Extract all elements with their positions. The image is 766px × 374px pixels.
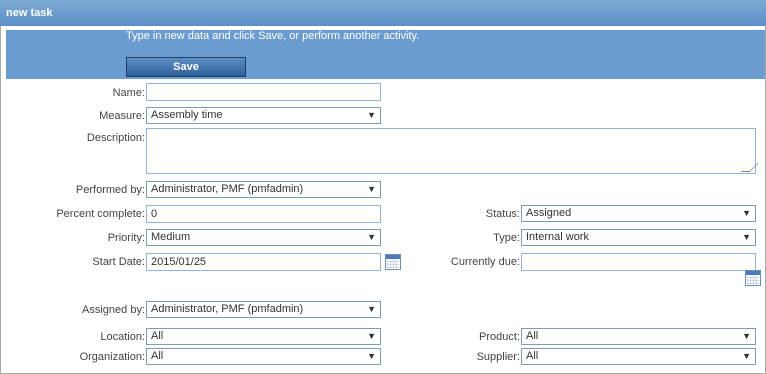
name-input[interactable]	[146, 83, 381, 101]
description-label: Description:	[86, 132, 145, 144]
supplier-select[interactable]: All ▼	[521, 348, 756, 365]
status-value: Assigned	[526, 207, 572, 219]
assigned-by-select[interactable]: Administrator, PMF (pmfadmin) ▼	[146, 301, 381, 318]
status-label: Status:	[485, 208, 520, 220]
product-label: Product:	[479, 331, 520, 343]
priority-label: Priority:	[107, 232, 145, 244]
type-select[interactable]: Internal work ▼	[521, 229, 756, 246]
type-value: Internal work	[526, 231, 589, 243]
window-title: new task	[0, 0, 766, 26]
start-date-input[interactable]: 2015/01/25	[146, 253, 381, 271]
chevron-down-icon: ▼	[367, 232, 376, 242]
status-select[interactable]: Assigned ▼	[521, 205, 756, 222]
organization-value: All	[151, 350, 164, 362]
currently-due-label: Currently due:	[450, 256, 520, 268]
priority-select[interactable]: Medium ▼	[146, 229, 381, 246]
organization-label: Organization:	[79, 351, 145, 363]
description-textarea[interactable]	[146, 128, 759, 174]
priority-value: Medium	[151, 231, 191, 243]
percent-complete-input[interactable]: 0	[146, 205, 381, 223]
measure-select[interactable]: Assembly time ▼	[146, 107, 381, 124]
resize-handle-icon[interactable]	[740, 163, 759, 172]
assigned-by-label: Assigned by:	[82, 304, 145, 316]
chevron-down-icon: ▼	[742, 208, 751, 218]
chevron-down-icon: ▼	[367, 304, 376, 314]
chevron-down-icon: ▼	[367, 184, 376, 194]
supplier-label: Supplier:	[476, 351, 520, 363]
percent-complete-label: Percent complete:	[56, 208, 145, 220]
chevron-down-icon: ▼	[367, 110, 376, 120]
measure-label: Measure:	[99, 110, 145, 122]
assigned-by-value: Administrator, PMF (pmfadmin)	[151, 303, 304, 315]
type-label: Type:	[493, 232, 520, 244]
banner-message: Type in new data and click Save, or perf…	[126, 30, 420, 42]
location-select[interactable]: All ▼	[146, 328, 381, 345]
location-label: Location:	[100, 331, 145, 343]
calendar-icon[interactable]	[385, 254, 401, 270]
location-value: All	[151, 330, 164, 342]
start-date-label: Start Date:	[92, 256, 145, 268]
chevron-down-icon: ▼	[367, 351, 376, 361]
performed-by-label: Performed by:	[75, 184, 145, 196]
chevron-down-icon: ▼	[742, 351, 751, 361]
organization-select[interactable]: All ▼	[146, 348, 381, 365]
supplier-value: All	[526, 350, 539, 362]
chevron-down-icon: ▼	[742, 232, 751, 242]
performed-by-value: Administrator, PMF (pmfadmin)	[151, 183, 304, 195]
name-label: Name:	[112, 87, 145, 99]
save-button[interactable]: Save	[126, 57, 246, 77]
chevron-down-icon: ▼	[367, 331, 376, 341]
instruction-banner: Type in new data and click Save, or perf…	[6, 30, 765, 79]
measure-value: Assembly time	[151, 109, 223, 121]
calendar-icon[interactable]	[745, 270, 761, 286]
product-select[interactable]: All ▼	[521, 328, 756, 345]
product-value: All	[526, 330, 539, 342]
chevron-down-icon: ▼	[742, 331, 751, 341]
currently-due-input[interactable]	[521, 253, 756, 271]
performed-by-select[interactable]: Administrator, PMF (pmfadmin) ▼	[146, 181, 381, 198]
